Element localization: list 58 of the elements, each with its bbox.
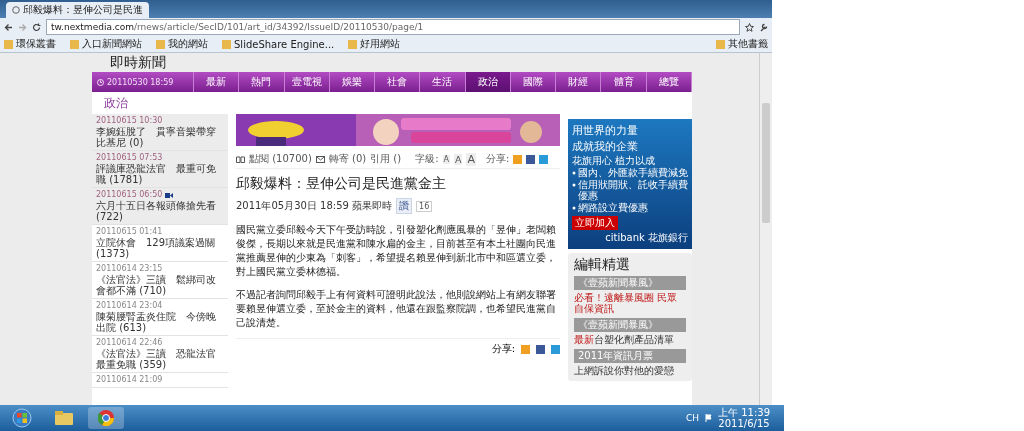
bullet-icon: [572, 183, 576, 187]
bookmark[interactable]: 環保叢書: [4, 37, 56, 51]
pick-label: 《壹蘋新聞暴風》: [574, 318, 686, 332]
news-item[interactable]: 20110614 22:46 《法官法》三讀 恐龍法官最重免職 (359): [92, 336, 228, 373]
wrench-icon[interactable]: [759, 22, 768, 32]
back-icon[interactable]: [4, 22, 13, 32]
panel-title: 編輯精選: [574, 256, 631, 274]
pick-link[interactable]: 必看！遠離暴風圈 民眾自保資訊: [574, 292, 686, 314]
star-icon[interactable]: [745, 22, 754, 32]
font-size-button[interactable]: A: [466, 152, 476, 166]
dateline: 2011年05月30日 18:59 蘋果即時: [236, 199, 393, 213]
scrollbar-thumb[interactable]: [762, 103, 770, 223]
font-size-label: 字級:: [415, 152, 439, 166]
pick-link[interactable]: 上網訴說你對他的愛戀: [574, 365, 686, 376]
news-item[interactable]: 20110615 06:50 六月十五日各報頭條搶先看 (722): [92, 188, 228, 225]
news-item[interactable]: 20110614 23:15 《法官法》三讀 鬆綁司改會都不滿 (710): [92, 262, 228, 299]
flag-icon[interactable]: [705, 414, 712, 422]
mail-icon[interactable]: [315, 155, 325, 163]
news-item[interactable]: 20110615 01:41 立院休會 129項議案過關 (1373): [92, 225, 228, 262]
cite-link[interactable]: 引用 (): [370, 152, 402, 166]
news-item[interactable]: 20110615 10:30 李婉鈺脫了 貫寧音樂帶穿比基尼 (0): [92, 114, 228, 151]
forward-link[interactable]: 轉寄 (0): [328, 152, 367, 166]
bookmark[interactable]: 入口新聞網站: [70, 37, 142, 51]
pick-label: 2011年資訊月票: [574, 349, 686, 363]
like-button[interactable]: 讚: [396, 198, 413, 214]
chrome-icon[interactable]: [88, 407, 124, 429]
pick-label: 《壹蘋新聞暴風》: [574, 276, 686, 290]
share-label: 分享:: [486, 152, 510, 166]
font-size-button[interactable]: A: [442, 154, 450, 164]
bookmark[interactable]: 其他書籤: [716, 37, 768, 51]
font-size-button[interactable]: A: [454, 153, 463, 165]
globe-icon: [12, 6, 20, 14]
clock[interactable]: 上午 11:39 2011/6/15: [718, 407, 770, 429]
pick-link[interactable]: 最新台塑化劑產品清單: [574, 334, 686, 345]
article-paragraph: 國民黨立委邱毅今天下午受訪時說，引發塑化劑應風暴的「昱伸」老闆賴俊傑，長期以來就是民進黨和陳水扁的金主，目前甚至有本土社團向民進黨推薦昱伸的少東為「刺客」，希望提名賴昱伸到新北市中和區選立委，對上國民黨立委林德福。: [236, 223, 557, 279]
nav-tab[interactable]: 政治: [465, 72, 511, 92]
bookmark[interactable]: SlideShare Engine...: [222, 38, 335, 50]
language-indicator[interactable]: CH: [685, 413, 699, 423]
bookmark[interactable]: 好用網站: [348, 37, 401, 51]
bookmark[interactable]: 我的網站: [156, 37, 208, 51]
site-title: 即時新聞: [109, 53, 167, 72]
clock-icon: [97, 78, 104, 86]
address-field[interactable]: tw.nextmedia.com/rnews/article/SecID/101/art_id/34392/IssueID/20110530/page/1: [46, 19, 740, 35]
bullet-icon: [572, 171, 576, 175]
book-icon: [236, 155, 245, 163]
article-paragraph: 不過記者詢問邱毅手上有何資料可證明此說法，他則說網站上有網友聯署要賴昱伸選立委，至於金主的資料，他還在跟監察院調，也希望民進黨自己說清楚。: [236, 288, 557, 330]
news-item[interactable]: 20110615 07:53 評議庫恐龍法官 最重可免職 (1781): [92, 151, 228, 188]
browser-tab[interactable]: 邱毅爆料：昱伸公司是民進: [6, 2, 149, 18]
share-label: 分享:: [491, 342, 515, 356]
news-item[interactable]: 20110614 21:09: [92, 373, 228, 388]
section-title: 政治: [103, 95, 129, 112]
reload-icon[interactable]: [32, 22, 41, 32]
news-item[interactable]: 20110614 23:04 陳菊腰腎盂炎住院 今傍晚出院 (613): [92, 299, 228, 336]
views-count: 點閱 (10700): [249, 152, 312, 166]
like-count: 16: [416, 200, 433, 212]
article-headline: 邱毅爆料：昱伸公司是民進黨金主: [236, 174, 447, 193]
ad-banner[interactable]: 用世界的力量 成就我的企業 花旗用心 植力以成 國內、外匯款手續費減免 信用狀開狀、託收手續費優惠 網路設立費優惠 立即加入 citibank 花旗銀行: [568, 119, 692, 249]
bullet-icon: [572, 206, 576, 210]
